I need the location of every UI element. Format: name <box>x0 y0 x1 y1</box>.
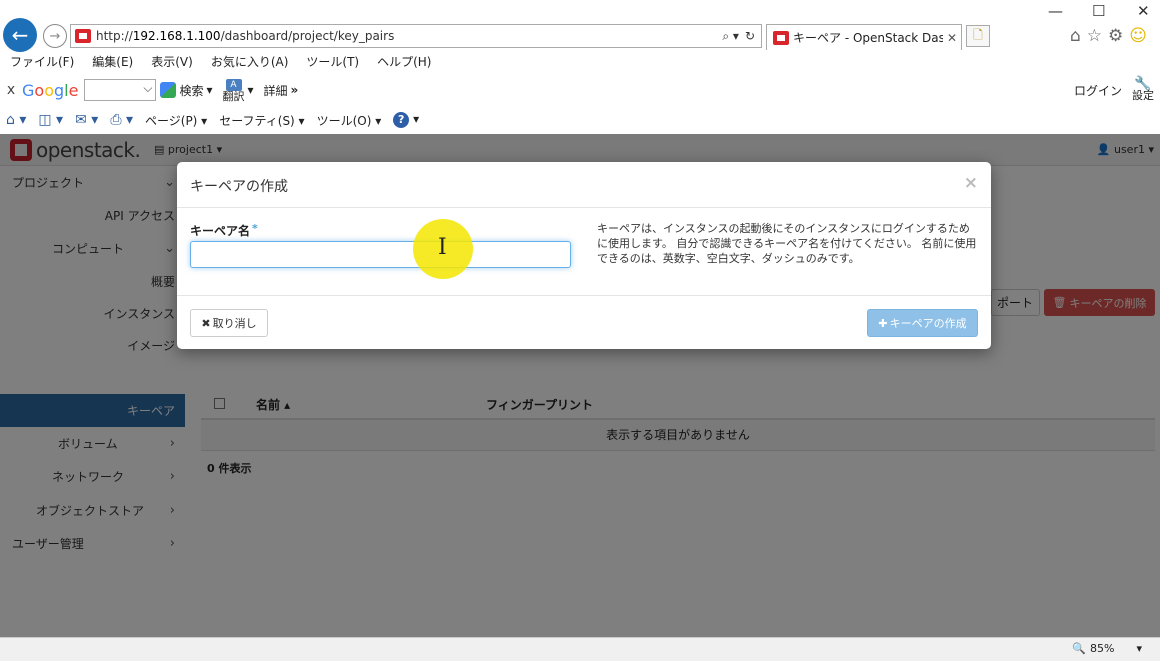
menu-view[interactable]: 表示(V) <box>141 52 201 72</box>
url-prefix: http:// <box>96 29 133 43</box>
mail-icon[interactable]: ✉ ▾ <box>75 112 98 128</box>
zoom-level: 85% <box>1090 642 1115 655</box>
modal-header: キーペアの作成 × <box>177 162 991 208</box>
detail-label: 詳細 <box>263 83 288 98</box>
address-bar[interactable]: http://192.168.1.100/dashboard/project/k… <box>70 24 762 48</box>
favorites-star-icon[interactable]: ☆ <box>1087 26 1102 46</box>
tab-close-icon[interactable]: ✕ <box>947 31 961 45</box>
google-search-input[interactable] <box>84 79 157 101</box>
browser-tab[interactable]: キーペア - OpenStack Dashb... ✕ <box>766 24 962 50</box>
translate-button[interactable]: A 翻訳 ▾ <box>222 78 254 103</box>
home-command-icon[interactable]: ⌂ ▾ <box>6 112 26 128</box>
more-icon: » <box>290 83 299 97</box>
url-path: /dashboard/project/key_pairs <box>220 29 395 43</box>
url-host: 192.168.1.100 <box>132 29 221 43</box>
feeds-icon[interactable]: ◫ ▾ <box>38 112 63 128</box>
settings-label: 設定 <box>1132 89 1154 102</box>
help-icon: ? <box>393 112 410 128</box>
maximize-button[interactable]: ☐ <box>1092 2 1105 20</box>
cancel-button[interactable]: ✖ 取り消し <box>190 309 268 337</box>
required-marker: * <box>252 222 258 235</box>
toolbar-close-icon[interactable]: x <box>0 82 22 98</box>
forward-button[interactable]: → <box>43 24 67 48</box>
arrow-left-icon: ← <box>11 23 29 47</box>
command-bar: ⌂ ▾ ◫ ▾ ✉ ▾ ⎙ ▾ ページ(P) ▾ セーフティ(S) ▾ ツール(… <box>6 110 419 130</box>
login-link[interactable]: ログイン <box>1074 82 1122 99</box>
google-logo: Google <box>22 80 79 100</box>
create-key-pair-modal: キーペアの作成 × キーペア名 * キーペアは、インスタンスの起動後にそのインスタ… <box>177 162 991 349</box>
close-icon[interactable]: × <box>964 173 978 193</box>
zoom-control[interactable]: 🔍 85% ▾ <box>1072 642 1142 655</box>
detail-button[interactable]: 詳細 » <box>264 82 299 99</box>
status-bar: 🔍 85% ▾ <box>0 637 1160 661</box>
back-button[interactable]: ← <box>3 18 37 52</box>
google-search-icon <box>160 82 177 98</box>
home-icon[interactable]: ⌂ <box>1070 26 1081 46</box>
google-search-button[interactable]: 検索 ▾ <box>160 82 213 99</box>
feedback-smiley-icon[interactable]: ☺ <box>1129 26 1147 46</box>
zoom-icon: 🔍 <box>1072 642 1087 655</box>
menu-tools[interactable]: ツール(T) <box>296 52 367 72</box>
settings-button[interactable]: 🔧 設定 <box>1132 77 1154 102</box>
help-text: キーペアは、インスタンスの起動後にそのインスタンスにログインするために使用します… <box>597 222 977 265</box>
key-pair-name-input[interactable] <box>190 241 571 268</box>
print-icon[interactable]: ⎙ ▾ <box>110 112 133 128</box>
key-pair-name-label: キーペア名 * <box>190 222 258 238</box>
tools-menu[interactable]: ツール(O) ▾ <box>317 112 382 129</box>
modal-footer: ✖ 取り消し ✚ キーペアの作成 <box>177 295 991 349</box>
tools-gear-icon[interactable]: ⚙ <box>1108 26 1123 46</box>
menu-edit[interactable]: 編集(E) <box>82 52 141 72</box>
google-search-label: 検索 <box>179 83 204 98</box>
tab-favicon-icon <box>773 30 789 45</box>
help-menu[interactable]: ? ▾ <box>393 112 419 128</box>
menu-help[interactable]: ヘルプ(H) <box>367 52 439 72</box>
create-key-pair-button[interactable]: ✚ キーペアの作成 <box>867 309 978 337</box>
menu-favorites[interactable]: お気に入り(A) <box>201 52 297 72</box>
plus-icon: ✚ <box>878 316 888 330</box>
search-dropdown-icon[interactable]: ⌕ ▾ <box>722 29 739 44</box>
safety-menu[interactable]: セーフティ(S) ▾ <box>219 112 304 129</box>
menu-bar: ファイル(F) 編集(E) 表示(V) お気に入り(A) ツール(T) ヘルプ(… <box>0 52 439 72</box>
modal-title: キーペアの作成 <box>190 179 288 195</box>
page-menu[interactable]: ページ(P) ▾ <box>145 112 207 129</box>
text-cursor-icon: I <box>438 235 447 260</box>
chevron-down-icon: ▾ <box>1136 642 1142 655</box>
close-x-icon: ✖ <box>201 316 211 330</box>
translate-label: 翻訳 <box>222 89 245 103</box>
close-window-button[interactable]: ✕ <box>1137 2 1150 20</box>
minimize-button[interactable]: — <box>1048 2 1063 20</box>
openstack-favicon-icon <box>75 29 91 43</box>
new-tab-button[interactable]: 🗋 <box>966 25 990 47</box>
browser-chrome: — ☐ ✕ ← → http://192.168.1.100/dashboard… <box>0 0 1160 134</box>
translate-icon: A <box>225 78 242 91</box>
tab-title: キーペア - OpenStack Dashb... <box>793 31 943 45</box>
url-text[interactable]: http://192.168.1.100/dashboard/project/k… <box>96 29 722 43</box>
refresh-icon[interactable]: ↻ <box>745 29 755 44</box>
arrow-right-icon: → <box>49 28 61 44</box>
google-toolbar: x Google 検索 ▾ A翻訳 ▾ 詳細 » ログイン 🔧設定 <box>0 76 1160 104</box>
modal-body: キーペア名 * キーペアは、インスタンスの起動後にそのインスタンスにログインするた… <box>177 208 991 295</box>
menu-file[interactable]: ファイル(F) <box>0 52 82 72</box>
